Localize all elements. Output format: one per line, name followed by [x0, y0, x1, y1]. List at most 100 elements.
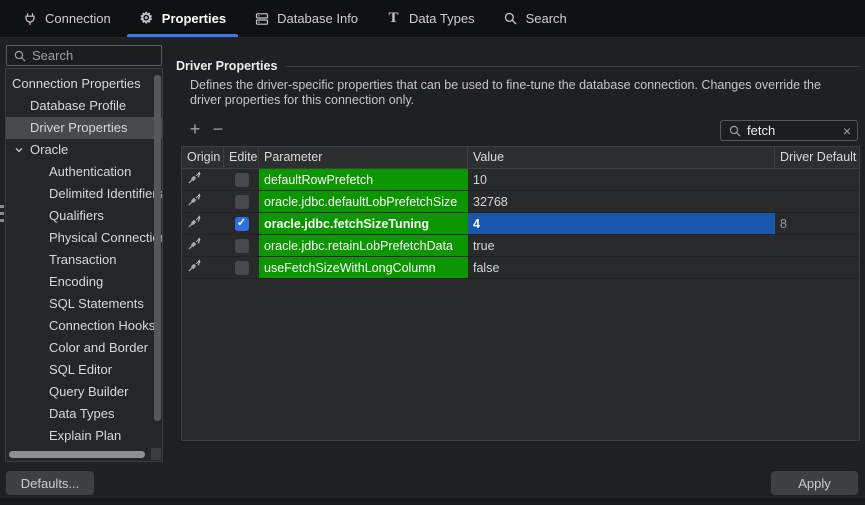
- value-cell[interactable]: 32768: [468, 191, 775, 212]
- column-header-edited[interactable]: Edited: [224, 147, 259, 168]
- table-header: OriginEditedParameterValueDriver Default: [182, 147, 859, 169]
- section-divider: [285, 66, 860, 67]
- tree-item-label: Query Builder: [49, 381, 128, 403]
- tree-vertical-scrollbar[interactable]: [154, 75, 161, 421]
- origin-cell: [182, 257, 224, 278]
- origin-cell: [182, 169, 224, 190]
- database-icon: [254, 11, 269, 26]
- search-icon: [503, 11, 518, 26]
- origin-cell: [182, 191, 224, 212]
- table-row[interactable]: ✓ defaultRowPrefetch10: [182, 169, 859, 191]
- parameter-cell[interactable]: useFetchSizeWithLongColumn: [259, 257, 468, 278]
- active-tab-underline: [127, 34, 238, 37]
- edited-checkbox[interactable]: ✓: [235, 173, 249, 187]
- column-header-origin[interactable]: Origin: [182, 147, 224, 168]
- tree-item-label: Explain Plan: [49, 425, 121, 447]
- search-icon: [727, 123, 742, 138]
- driver-default-cell: 8: [775, 213, 859, 234]
- tab-label: Search: [526, 11, 567, 26]
- parameter-cell[interactable]: oracle.jdbc.defaultLobPrefetchSize: [259, 191, 468, 212]
- defaults-button[interactable]: Defaults...: [6, 471, 94, 495]
- tab-label: Properties: [162, 11, 226, 26]
- apply-button[interactable]: Apply: [771, 471, 858, 495]
- table-row[interactable]: ✓ useFetchSizeWithLongColumnfalse: [182, 257, 859, 279]
- tab-bar: Connection ⚙ Properties Database Info T Data …: [0, 0, 865, 38]
- panel-splitter-grip[interactable]: [0, 205, 4, 226]
- tree-item-connection-properties[interactable]: Connection Properties: [6, 73, 162, 95]
- page-title: Driver Properties: [176, 59, 277, 73]
- tree-items: Connection PropertiesDatabase ProfileDri…: [6, 73, 162, 447]
- column-header-value[interactable]: Value: [468, 147, 775, 168]
- tree-item-sql-editor[interactable]: SQL Editor: [6, 359, 162, 381]
- tab-data-types[interactable]: T Data Types: [372, 0, 489, 37]
- sidebar-search[interactable]: [6, 45, 162, 66]
- value-cell[interactable]: true: [468, 235, 775, 256]
- tree-item-transaction[interactable]: Transaction: [6, 249, 162, 271]
- tree-item-delimited-identifiers[interactable]: Delimited Identifiers: [6, 183, 162, 205]
- tab-label: Data Types: [409, 11, 475, 26]
- tab-properties[interactable]: ⚙ Properties: [125, 0, 240, 37]
- add-property-button[interactable]: +: [187, 119, 203, 139]
- column-header-driver-default[interactable]: Driver Default: [775, 147, 859, 168]
- driver-origin-icon: [187, 259, 202, 276]
- properties-table: OriginEditedParameterValueDriver Default…: [181, 146, 860, 441]
- origin-cell: [182, 213, 224, 234]
- tree-item-data-types[interactable]: Data Types: [6, 403, 162, 425]
- driver-origin-icon: [187, 215, 202, 232]
- tree-item-physical-connection[interactable]: Physical Connection: [6, 227, 162, 249]
- clear-filter-icon[interactable]: ×: [843, 124, 851, 138]
- tab-label: Connection: [45, 11, 111, 26]
- scrollbar-corner: [151, 448, 161, 460]
- gear-icon: ⚙: [139, 11, 154, 26]
- filter-box[interactable]: ×: [720, 120, 858, 141]
- driver-default-cell: [775, 191, 859, 212]
- tree-item-label: Delimited Identifiers: [49, 183, 162, 205]
- edited-checkbox[interactable]: ✓: [235, 217, 249, 231]
- tab-label: Database Info: [277, 11, 358, 26]
- tree-item-database-profile[interactable]: Database Profile: [6, 95, 162, 117]
- parameter-cell[interactable]: oracle.jdbc.fetchSizeTuning: [259, 213, 468, 234]
- edited-checkbox[interactable]: ✓: [235, 261, 249, 275]
- tree-item-color-and-border[interactable]: Color and Border: [6, 337, 162, 359]
- edited-cell: ✓: [224, 257, 259, 278]
- sidebar-search-input[interactable]: [32, 48, 156, 63]
- edited-cell: ✓: [224, 213, 259, 234]
- tree-item-authentication[interactable]: Authentication: [6, 161, 162, 183]
- tree-item-connection-hooks[interactable]: Connection Hooks: [6, 315, 162, 337]
- table-row[interactable]: ✓ oracle.jdbc.fetchSizeTuning48: [182, 213, 859, 235]
- edited-checkbox[interactable]: ✓: [235, 195, 249, 209]
- tree-item-sql-statements[interactable]: SQL Statements: [6, 293, 162, 315]
- app-root: { "tabs": [ { "label": "Connection", "ic…: [0, 0, 865, 505]
- table-body: ✓ defaultRowPrefetch10 ✓ oracle.jdbc.defaul…: [182, 169, 859, 279]
- tree-item-label: SQL Statements: [49, 293, 144, 315]
- tree-item-qualifiers[interactable]: Qualifiers: [6, 205, 162, 227]
- table-row[interactable]: ✓ oracle.jdbc.defaultLobPrefetchSize32768: [182, 191, 859, 213]
- tree-item-encoding[interactable]: Encoding: [6, 271, 162, 293]
- checkmark-icon: ✓: [237, 218, 246, 229]
- value-cell[interactable]: 4: [468, 213, 775, 234]
- parameter-cell[interactable]: oracle.jdbc.retainLobPrefetchData: [259, 235, 468, 256]
- tree-item-explain-plan[interactable]: Explain Plan: [6, 425, 162, 447]
- value-cell[interactable]: false: [468, 257, 775, 278]
- tree-item-label: Encoding: [49, 271, 103, 293]
- tab-connection[interactable]: Connection: [8, 0, 125, 37]
- tree-item-label: Data Types: [49, 403, 115, 425]
- value-cell[interactable]: 10: [468, 169, 775, 190]
- section-header: Driver Properties: [176, 59, 860, 73]
- tab-database-info[interactable]: Database Info: [240, 0, 372, 37]
- column-header-parameter[interactable]: Parameter: [259, 147, 468, 168]
- tree-item-oracle[interactable]: Oracle: [6, 139, 162, 161]
- tree-item-label: Connection Properties: [12, 73, 141, 95]
- tree-item-query-builder[interactable]: Query Builder: [6, 381, 162, 403]
- edited-checkbox[interactable]: ✓: [235, 239, 249, 253]
- remove-property-button[interactable]: −: [210, 119, 226, 139]
- driver-default-cell: [775, 235, 859, 256]
- table-row[interactable]: ✓ oracle.jdbc.retainLobPrefetchDatatrue: [182, 235, 859, 257]
- filter-input[interactable]: [747, 123, 838, 138]
- parameter-cell[interactable]: defaultRowPrefetch: [259, 169, 468, 190]
- type-icon: T: [386, 11, 401, 26]
- tab-search[interactable]: Search: [489, 0, 581, 37]
- tree-horizontal-scrollbar[interactable]: [9, 451, 145, 458]
- driver-default-cell: [775, 169, 859, 190]
- tree-item-driver-properties[interactable]: Driver Properties: [6, 117, 162, 139]
